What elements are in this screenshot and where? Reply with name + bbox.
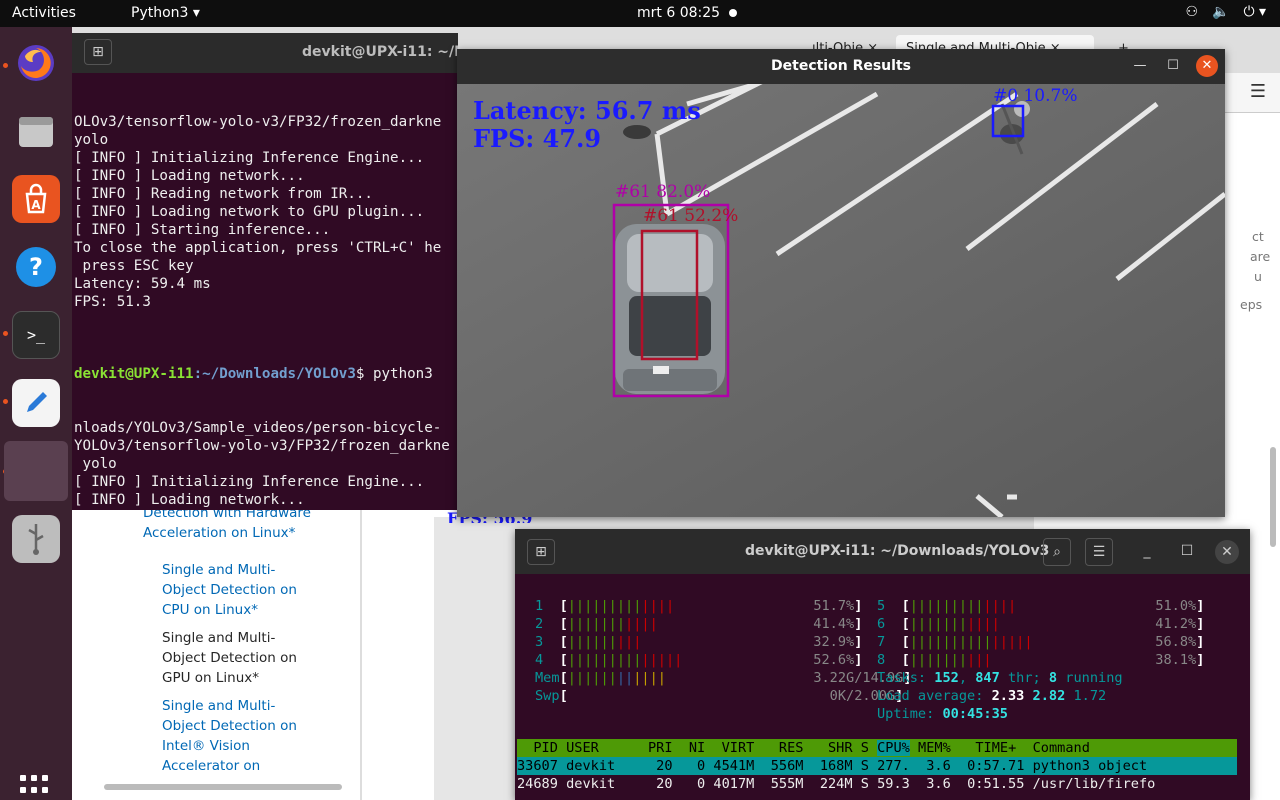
horizontal-scrollbar[interactable] xyxy=(104,784,342,790)
terminal-output: OLOv3/tensorflow-yolo-v3/FP32/frozen_dar… xyxy=(74,77,450,510)
menu-icon[interactable]: ☰ xyxy=(1250,81,1266,102)
car-shape xyxy=(615,224,725,394)
terminal-window[interactable]: ⊞ devkit@UPX-i11: ~/Downloads/YOLOv3 OLO… xyxy=(72,33,458,510)
system-tray[interactable]: ⚇ 🔈 ⏻ ▾ xyxy=(1185,4,1266,20)
detection-results-window[interactable]: Detection Results — ☐ ✕ Latency: 56.7 ms… xyxy=(457,49,1225,517)
terminal-line: yolo xyxy=(74,456,117,472)
new-tab-icon[interactable]: ⊞ xyxy=(84,39,112,65)
terminal-line: [ INFO ] Initializing Inference Engine..… xyxy=(74,150,425,166)
htop-title: devkit@UPX-i11: ~/Downloads/YOLOv3 xyxy=(745,543,1050,559)
cpu-meter-4: 4 [|||||||||||||| 52.6%] xyxy=(535,652,863,668)
minimize-button[interactable]: _ xyxy=(1133,538,1161,566)
cpu-meter-2: 2 [||||||||||| 41.4%] xyxy=(535,616,863,632)
terminal-line: [ INFO ] Loading network... xyxy=(74,168,305,184)
label-car-outer: #61 82.0% xyxy=(615,182,711,202)
cpu-meter-6: 6 [||||||||||| 41.2%] xyxy=(877,616,1205,632)
window-title: Detection Results xyxy=(771,58,911,74)
power-icon[interactable]: ⏻ ▾ xyxy=(1243,4,1266,20)
firefox-icon[interactable] xyxy=(12,39,60,87)
desktop: Activities Python3 ▾ mrt 6 08:25 ⚇ 🔈 ⏻ ▾… xyxy=(0,0,1280,800)
right-column-text: ct are u eps xyxy=(1240,229,1271,312)
terminal-line: press ESC key xyxy=(74,258,194,274)
cpu-meter-7: 7 [||||||||||||||| 56.8%] xyxy=(877,634,1205,650)
clock[interactable]: mrt 6 08:25 xyxy=(637,5,720,21)
app-grid-icon[interactable] xyxy=(20,775,52,800)
terminal-line: [ INFO ] Reading network from IR... xyxy=(74,509,450,510)
mem-meter: Mem[|||||||||||| 3.22G/14.9G] xyxy=(535,670,912,686)
terminal-line: YOLOv3/tensorflow-yolo-v3/FP32/frozen_da… xyxy=(74,438,450,454)
top-bar: Activities Python3 ▾ mrt 6 08:25 ⚇ 🔈 ⏻ ▾ xyxy=(0,0,1280,27)
running-indicator xyxy=(3,331,8,336)
fps-overlay: FPS: 47.9 xyxy=(473,124,602,153)
running-indicator xyxy=(3,399,8,404)
maximize-button[interactable]: ☐ xyxy=(1173,538,1201,566)
terminal-line: OLOv3/tensorflow-yolo-v3/FP32/frozen_dar… xyxy=(74,114,442,130)
terminal-line: [ INFO ] Loading network... xyxy=(74,492,305,508)
terminal-header: ⊞ devkit@UPX-i11: ~/Downloads/YOLOv3 xyxy=(72,33,458,73)
close-button[interactable]: ✕ xyxy=(1215,540,1239,564)
table-row[interactable]: 33607 devkit 20 0 4541M 556M 168M S 277.… xyxy=(517,757,1237,775)
cpu-meter-5: 5 [||||||||||||| 51.0%] xyxy=(877,598,1205,614)
menu-icon[interactable]: ☰ xyxy=(1085,538,1113,566)
label-car-inner: #61 52.2% xyxy=(643,206,739,226)
nav-current-gpu[interactable]: Single and Multi-Object Detection on GPU… xyxy=(162,628,302,688)
terminal-lines-a: OLOv3/tensorflow-yolo-v3/FP32/frozen_dar… xyxy=(74,113,450,329)
help-icon[interactable]: ? xyxy=(12,243,60,291)
htop-terminal-window[interactable]: ⊞ devkit@UPX-i11: ~/Downloads/YOLOv3 ⌕ ☰… xyxy=(515,529,1250,800)
cpu-meter-8: 8 [|||||||||| 38.1%] xyxy=(877,652,1205,668)
terminal-line: To close the application, press 'CTRL+C'… xyxy=(74,240,442,256)
notification-dot xyxy=(729,9,737,17)
htop-header: ⊞ devkit@UPX-i11: ~/Downloads/YOLOv3 ⌕ ☰… xyxy=(515,529,1250,574)
svg-text:A: A xyxy=(31,198,41,212)
terminal-line: FPS: 51.3 xyxy=(74,294,151,310)
nav-link-cpu[interactable]: Single and Multi-Object Detection on CPU… xyxy=(162,560,302,620)
latency-overlay: Latency: 56.7 ms xyxy=(473,96,701,125)
app-menu[interactable]: Python3 ▾ xyxy=(131,5,200,21)
terminal-line: [ INFO ] Starting inference... xyxy=(74,222,331,238)
terminal-icon[interactable]: >_ xyxy=(12,311,60,359)
terminal-line: [ INFO ] Loading network to GPU plugin..… xyxy=(74,204,425,220)
nav-link-vpu[interactable]: Single and Multi-Object Detection on Int… xyxy=(162,696,302,780)
cpu-meter-1: 1 [||||||||||||| 51.7%] xyxy=(535,598,863,614)
terminal-line: yolo xyxy=(74,132,109,148)
new-tab-icon[interactable]: ⊞ xyxy=(527,539,555,565)
swap-meter: Swp[ 0K/2.00G] xyxy=(535,688,904,704)
uptime-line: Uptime: 00:45:35 xyxy=(877,706,1008,722)
network-icon[interactable]: ⚇ xyxy=(1185,4,1198,20)
terminal-line: [ INFO ] Initializing Inference Engine..… xyxy=(74,474,425,490)
tasks-line: Tasks: 152, 847 thr; 8 running xyxy=(877,670,1123,686)
minimize-button[interactable]: — xyxy=(1129,55,1151,77)
vertical-scrollbar[interactable] xyxy=(1270,447,1276,547)
prompt-line: devkit@UPX-i11:~/Downloads/YOLOv3$ pytho… xyxy=(74,366,442,382)
usb-icon[interactable] xyxy=(12,515,60,563)
software-icon[interactable]: A xyxy=(12,175,60,223)
dock: A ? >_ xyxy=(0,27,72,800)
load-average-line: Load average: 2.33 2.82 1.72 xyxy=(877,688,1107,704)
cpu-meter-3: 3 [||||||||| 32.9%] xyxy=(535,634,863,650)
svg-text:?: ? xyxy=(29,253,43,281)
search-icon[interactable]: ⌕ xyxy=(1043,538,1071,566)
terminal-line: Latency: 59.4 ms xyxy=(74,276,211,292)
video-frame: Latency: 56.7 ms FPS: 47.9 #0 10.7% #61 … xyxy=(457,84,1225,517)
window-titlebar[interactable]: Detection Results — ☐ ✕ xyxy=(457,49,1225,84)
terminal-line: nloads/YOLOv3/Sample_videos/person-bicyc… xyxy=(74,420,442,436)
table-row[interactable]: 24689 devkit 20 0 4017M 555M 224M S 59.3… xyxy=(517,775,1237,793)
files-icon[interactable] xyxy=(12,107,60,155)
close-button[interactable]: ✕ xyxy=(1196,55,1218,77)
terminal-line: [ INFO ] Reading network from IR... xyxy=(74,186,373,202)
volume-icon[interactable]: 🔈 xyxy=(1212,4,1229,20)
terminal-lines-b: nloads/YOLOv3/Sample_videos/person-bicyc… xyxy=(74,419,450,510)
active-window-icon[interactable] xyxy=(4,441,68,501)
running-indicator xyxy=(3,63,8,68)
terminal-title: devkit@UPX-i11: ~/Downloads/YOLOv3 xyxy=(302,44,458,60)
label-bicycle: #0 10.7% xyxy=(993,86,1078,106)
activities-button[interactable]: Activities xyxy=(12,5,76,21)
text-editor-icon[interactable] xyxy=(12,379,60,427)
docs-sidenav: Detection with Hardware Acceleration on … xyxy=(72,497,362,800)
maximize-button[interactable]: ☐ xyxy=(1162,55,1184,77)
process-table-header[interactable]: PID USER PRI NI VIRT RES SHR S CPU% MEM%… xyxy=(517,739,1237,757)
